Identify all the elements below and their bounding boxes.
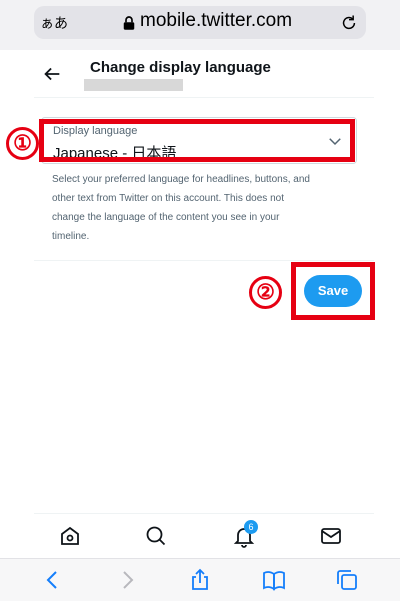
lock-icon bbox=[123, 16, 135, 30]
page-title: Change display language bbox=[90, 59, 271, 76]
redacted-username bbox=[84, 79, 183, 91]
url-field[interactable]: ぁあ mobile.twitter.com bbox=[34, 6, 366, 39]
save-button[interactable]: Save bbox=[304, 275, 362, 307]
mail-icon[interactable] bbox=[319, 524, 343, 548]
bookmarks-icon[interactable] bbox=[262, 568, 286, 592]
home-icon[interactable] bbox=[58, 524, 82, 548]
share-icon[interactable] bbox=[188, 568, 212, 592]
back-icon[interactable] bbox=[41, 568, 65, 592]
annotation-highlight-language bbox=[39, 119, 355, 162]
annotation-step-2: ② bbox=[249, 276, 282, 309]
browser-toolbar bbox=[0, 558, 400, 601]
page-header: Change display language bbox=[34, 50, 374, 98]
forward-icon[interactable] bbox=[115, 568, 139, 592]
search-icon[interactable] bbox=[144, 524, 168, 548]
help-text: Select your preferred language for headl… bbox=[52, 174, 310, 242]
tabs-icon[interactable] bbox=[335, 568, 359, 592]
notification-badge: 6 bbox=[244, 520, 258, 534]
url-text: mobile.twitter.com bbox=[140, 10, 293, 31]
twitter-tab-bar: 6 bbox=[34, 513, 374, 559]
text-size-button[interactable]: ぁあ bbox=[40, 13, 68, 33]
back-arrow-icon[interactable] bbox=[41, 63, 63, 85]
divider bbox=[34, 260, 374, 261]
reload-icon[interactable] bbox=[339, 13, 359, 33]
annotation-step-1: ① bbox=[6, 127, 39, 160]
browser-address-bar: ぁあ mobile.twitter.com bbox=[0, 0, 400, 50]
